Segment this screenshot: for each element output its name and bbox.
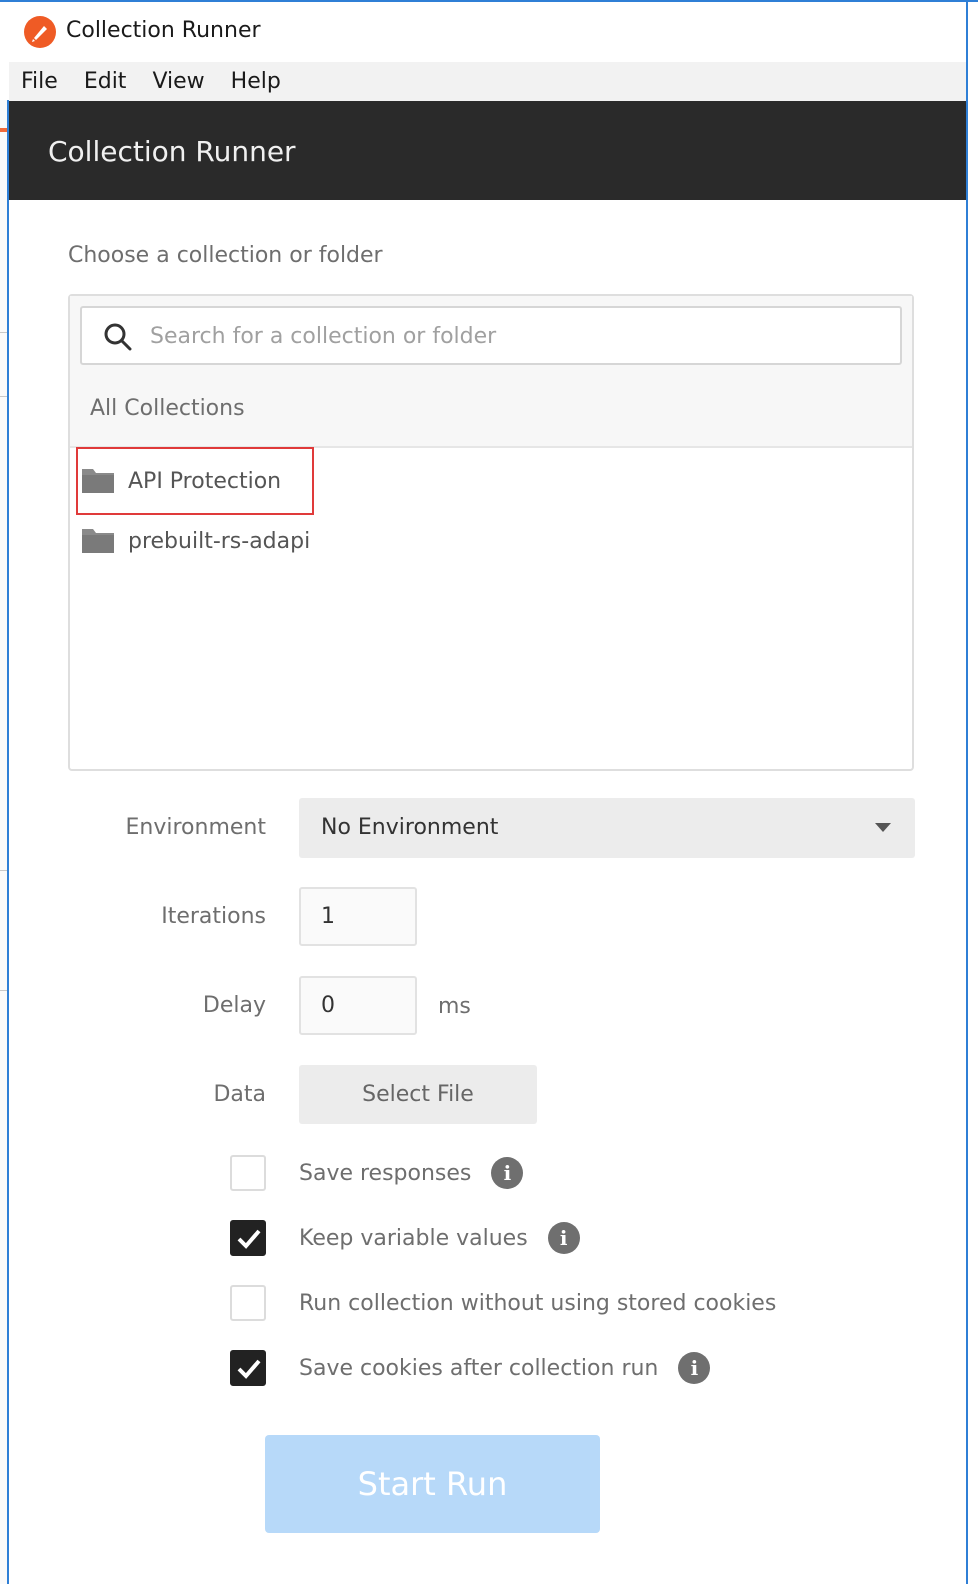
window-border-left xyxy=(7,100,9,1584)
folder-icon xyxy=(82,469,114,493)
search-box xyxy=(80,306,902,365)
environment-value: No Environment xyxy=(321,815,499,840)
info-icon[interactable]: i xyxy=(491,1157,524,1189)
keep-variable-values-checkbox[interactable] xyxy=(230,1220,266,1256)
menu-edit[interactable]: Edit xyxy=(84,69,127,94)
menu-help[interactable]: Help xyxy=(231,69,281,94)
chooser-label: Choose a collection or folder xyxy=(68,243,383,268)
background-app-divider xyxy=(0,990,7,991)
info-icon[interactable]: i xyxy=(678,1352,711,1384)
collection-label: prebuilt-rs-adapi xyxy=(128,528,311,554)
search-icon xyxy=(104,323,132,351)
option-label: Keep variable values xyxy=(299,1225,528,1251)
collection-item-api-protection[interactable]: API Protection xyxy=(82,458,281,504)
background-app-divider xyxy=(0,396,7,397)
option-run-without-cookies: Run collection without using stored cook… xyxy=(230,1285,776,1321)
data-label: Data xyxy=(213,1082,266,1107)
search-input[interactable] xyxy=(150,318,870,354)
delay-unit: ms xyxy=(438,994,471,1019)
run-without-cookies-checkbox[interactable] xyxy=(230,1285,266,1321)
environment-label: Environment xyxy=(125,815,266,840)
runner-header: Collection Runner xyxy=(9,101,966,200)
iterations-input[interactable] xyxy=(299,887,417,946)
background-app-divider xyxy=(0,332,7,333)
delay-label: Delay xyxy=(202,993,266,1018)
menu-bar: File Edit View Help xyxy=(9,62,966,101)
menu-view[interactable]: View xyxy=(152,69,204,94)
select-file-button[interactable]: Select File xyxy=(299,1065,537,1124)
collection-label: API Protection xyxy=(128,468,282,494)
collection-item-prebuilt-rs-adapi[interactable]: prebuilt-rs-adapi xyxy=(82,518,310,564)
background-app-accent xyxy=(0,128,7,132)
collection-runner-window: Collection Runner File Edit View Help Co… xyxy=(0,0,978,1584)
start-run-button[interactable]: Start Run xyxy=(265,1435,600,1533)
background-app-divider xyxy=(0,870,7,871)
folder-icon xyxy=(82,529,114,553)
option-keep-variable-values: Keep variable values i xyxy=(230,1220,580,1256)
background-app-edge xyxy=(0,100,7,1584)
window-border-right xyxy=(966,0,968,1584)
option-save-cookies: Save cookies after collection run i xyxy=(230,1350,711,1386)
chooser-panel-header: All Collections xyxy=(70,296,912,448)
postman-rocket-icon xyxy=(24,16,56,48)
option-label: Run collection without using stored cook… xyxy=(299,1290,777,1316)
checkmark-icon xyxy=(237,1229,261,1249)
iterations-label: Iterations xyxy=(161,904,266,929)
window-title: Collection Runner xyxy=(66,18,261,43)
save-responses-checkbox[interactable] xyxy=(230,1155,266,1191)
option-save-responses: Save responses i xyxy=(230,1155,524,1191)
checkmark-icon xyxy=(237,1359,261,1379)
delay-input[interactable] xyxy=(299,976,417,1035)
environment-select[interactable]: No Environment xyxy=(299,798,915,858)
page-title: Collection Runner xyxy=(48,135,296,168)
option-label: Save responses xyxy=(299,1160,472,1186)
menu-file[interactable]: File xyxy=(21,69,58,94)
info-icon[interactable]: i xyxy=(547,1222,580,1254)
all-collections-label: All Collections xyxy=(90,396,245,421)
collection-chooser-panel: All Collections API Protection prebuilt-… xyxy=(68,294,914,771)
option-label: Save cookies after collection run xyxy=(299,1355,659,1381)
save-cookies-checkbox[interactable] xyxy=(230,1350,266,1386)
caret-down-icon xyxy=(875,823,891,832)
title-bar: Collection Runner xyxy=(0,2,966,62)
